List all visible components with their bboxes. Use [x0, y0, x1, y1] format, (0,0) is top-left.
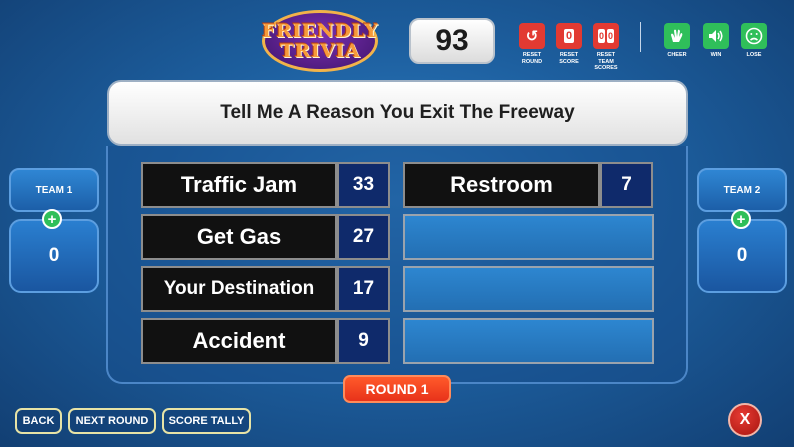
- answer-2-text[interactable]: Get Gas: [141, 214, 337, 260]
- question-text: Tell Me A Reason You Exit The Freeway: [107, 80, 688, 146]
- cheer-button[interactable]: CHEER: [662, 23, 692, 59]
- answer-5-points: 7: [600, 162, 653, 208]
- win-button[interactable]: WIN: [701, 23, 731, 59]
- speaker-icon: [703, 23, 729, 49]
- toolbar-divider: [640, 22, 641, 52]
- plus-icon: +: [47, 210, 57, 228]
- reset-score-label: RESET SCORE: [559, 52, 579, 65]
- team-1-score: 0: [9, 219, 99, 293]
- sad-face-icon: [741, 23, 767, 49]
- answer-1-text[interactable]: Traffic Jam: [141, 162, 337, 208]
- team-1-name: TEAM 1: [9, 168, 99, 212]
- team-2-score: 0: [697, 219, 787, 293]
- hidden-answer-slot[interactable]: [403, 266, 654, 312]
- answer-2-points: 27: [337, 214, 390, 260]
- team-2-name: TEAM 2: [697, 168, 787, 212]
- close-icon: X: [739, 411, 751, 428]
- reset-team-scores-button[interactable]: 00 RESET TEAM SCORES: [591, 23, 621, 72]
- answer-5-text[interactable]: Restroom: [403, 162, 600, 208]
- reset-round-icon: ↺: [519, 23, 545, 49]
- answer-4-points: 9: [337, 318, 390, 364]
- logo-line-2: TRIVIA: [279, 40, 361, 62]
- answer-1-points: 33: [337, 162, 390, 208]
- answer-4-text[interactable]: Accident: [141, 318, 337, 364]
- reset-team-scores-icon: 00: [593, 23, 619, 49]
- reset-round-label: RESET ROUND: [521, 52, 543, 65]
- round-badge: ROUND 1: [343, 375, 451, 403]
- reset-score-icon: 0: [556, 23, 582, 49]
- answer-3-points: 17: [337, 266, 390, 312]
- hidden-answer-slot[interactable]: [403, 318, 654, 364]
- reset-team-scores-label: RESET TEAM SCORES: [594, 52, 618, 71]
- answer-3-text[interactable]: Your Destination: [141, 266, 337, 312]
- win-label: WIN: [710, 52, 722, 58]
- score-display: 93: [409, 18, 495, 64]
- score-tally-button[interactable]: SCORE TALLY: [162, 408, 251, 434]
- reset-score-button[interactable]: 0 RESET SCORE: [554, 23, 584, 65]
- hidden-answer-slot[interactable]: [403, 214, 654, 260]
- lose-button[interactable]: LOSE: [739, 23, 769, 59]
- cheer-label: CHEER: [667, 52, 687, 58]
- friendly-trivia-logo: FRIENDLY TRIVIA: [262, 10, 378, 72]
- team-1-add-points-button[interactable]: +: [42, 209, 62, 229]
- back-button[interactable]: BACK: [15, 408, 62, 434]
- lose-label: LOSE: [746, 52, 762, 58]
- logo-line-1: FRIENDLY: [262, 20, 379, 42]
- team-2-add-points-button[interactable]: +: [731, 209, 751, 229]
- next-round-button[interactable]: NEXT ROUND: [68, 408, 156, 434]
- plus-icon: +: [736, 210, 746, 228]
- reset-round-button[interactable]: ↺ RESET ROUND: [517, 23, 547, 65]
- close-button[interactable]: X: [728, 403, 762, 437]
- hands-clap-icon: [664, 23, 690, 49]
